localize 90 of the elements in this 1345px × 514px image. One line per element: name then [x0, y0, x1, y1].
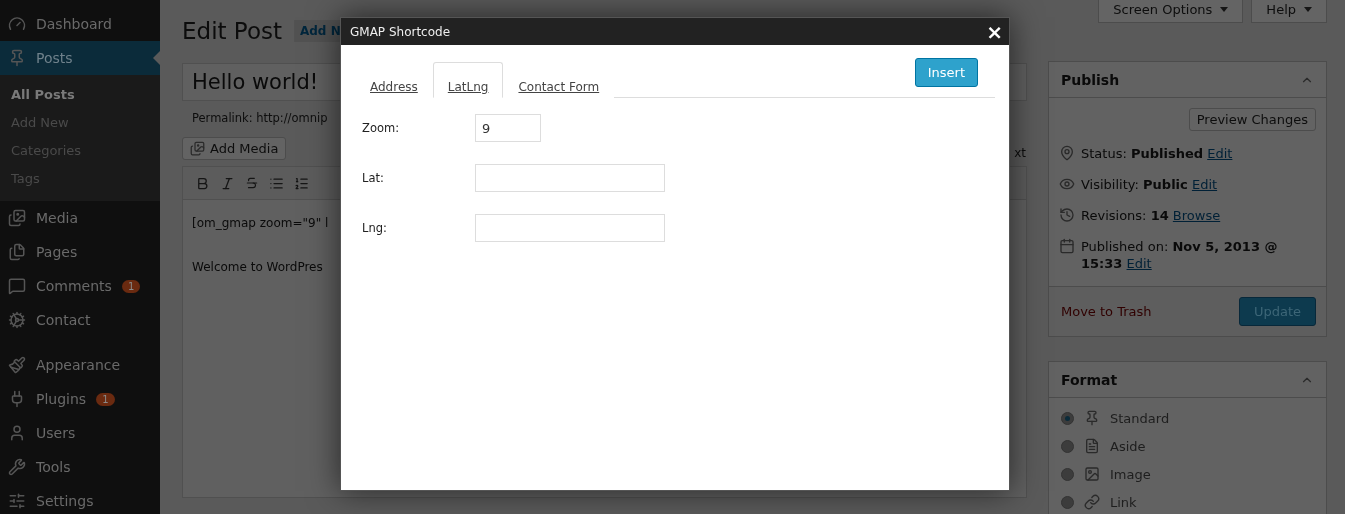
menu-label: Comments [36, 278, 112, 294]
menu-item[interactable]: Media [0, 201, 160, 235]
dialog-tab[interactable]: LatLng [432, 62, 504, 98]
format-label: Image [1110, 466, 1151, 482]
menu-item[interactable]: Pages [0, 235, 160, 269]
menu-item[interactable]: Tools [0, 450, 160, 484]
history-icon [1059, 207, 1075, 223]
menu-item[interactable]: Comments 1 [0, 269, 160, 303]
sliders-icon [8, 492, 26, 510]
insert-button[interactable]: Insert [914, 58, 978, 87]
input-field[interactable]: 9 [475, 114, 541, 142]
strikethrough-icon[interactable] [245, 176, 259, 190]
menu-label: Posts [36, 50, 73, 66]
images-icon [190, 141, 205, 156]
person-icon [8, 424, 26, 442]
publish-info: Published on: Nov 5, 2013 @ 15:33 Edit [1081, 238, 1279, 272]
edit-link[interactable]: Browse [1172, 208, 1221, 223]
panel-title: Format [1061, 371, 1118, 388]
radio-button[interactable] [1061, 411, 1074, 425]
dropdown-icon [1304, 7, 1312, 12]
format-label: Standard [1110, 410, 1170, 426]
dashboard-icon [8, 15, 26, 33]
dropdown-icon [1220, 7, 1229, 12]
preview-changes-button[interactable]: Preview Changes [1188, 108, 1316, 131]
count-badge: 1 [96, 392, 115, 406]
edit-link[interactable]: Edit [1191, 177, 1218, 192]
move-to-trash-link[interactable]: Move to Trash [1061, 304, 1152, 319]
field-label: Zoom: [362, 121, 401, 135]
input-field[interactable] [475, 164, 665, 192]
publish-info: Revisions: 14 Browse [1081, 207, 1221, 224]
menu-label: Dashboard [36, 16, 112, 32]
pages-icon [8, 243, 26, 261]
menu-item[interactable]: Users [0, 416, 160, 450]
menu-label: Contact [36, 312, 91, 328]
menu-label: Plugins [36, 391, 87, 407]
bold-icon[interactable] [195, 175, 210, 191]
format-label: Link [1110, 494, 1137, 510]
content-text: [om_gmap zoom="9" l [192, 216, 329, 230]
active-pointer [153, 51, 160, 65]
menu-item[interactable]: Dashboard [0, 7, 160, 41]
radio-button[interactable] [1061, 495, 1074, 509]
image-icon [1084, 466, 1100, 482]
menu-label: Media [36, 210, 79, 226]
bullet-list-icon[interactable] [269, 175, 284, 191]
field-label: Lng: [362, 221, 388, 235]
wrench-icon [8, 458, 26, 476]
link-icon [1084, 494, 1100, 510]
close-button[interactable]: × [986, 21, 1003, 42]
menu-item[interactable]: Contact [0, 303, 160, 337]
field-label: Lat: [362, 171, 385, 185]
menu-label: Pages [36, 244, 78, 260]
pin-icon [1059, 145, 1075, 161]
screen-options-tab[interactable]: Screen Options [1098, 0, 1244, 23]
count-badge: 1 [121, 279, 141, 293]
menu-item[interactable]: Settings [0, 484, 160, 514]
add-media-button[interactable]: Add Media [182, 137, 287, 160]
input-field[interactable] [475, 214, 665, 242]
images-icon [8, 209, 26, 227]
pushpin-icon [1084, 410, 1100, 426]
editor-tab[interactable]: xt [1014, 146, 1027, 160]
pushpin-icon [8, 49, 26, 67]
publish-info: Status: Published Edit [1081, 145, 1233, 162]
italic-icon[interactable] [220, 175, 235, 191]
menu-item[interactable]: Posts [0, 41, 160, 75]
submenu-item[interactable]: All Posts [0, 81, 160, 109]
menu-item[interactable]: Appearance [0, 348, 160, 382]
radio-button[interactable] [1061, 467, 1074, 481]
radio-button[interactable] [1061, 439, 1074, 453]
gear-icon [8, 311, 26, 329]
menu-label: Appearance [36, 357, 121, 373]
edit-link[interactable]: Edit [1126, 256, 1152, 271]
document-icon [1084, 438, 1100, 454]
menu-label: Tools [36, 459, 71, 475]
panel-title: Publish [1061, 71, 1120, 88]
help-tab[interactable]: Help [1251, 0, 1327, 23]
paintbrush-icon [8, 356, 26, 374]
menu-label: Settings [36, 493, 94, 509]
dialog-title: GMAP Shortcode [350, 24, 451, 39]
format-label: Aside [1110, 438, 1146, 454]
page-title: Edit Post [182, 18, 282, 44]
calendar-icon [1059, 238, 1075, 254]
permalink-text: Permalink: http://omnip [192, 111, 328, 125]
numbered-list-icon[interactable] [294, 175, 309, 191]
menu-label: Users [36, 425, 76, 441]
eye-icon [1059, 176, 1075, 192]
edit-link[interactable]: Edit [1207, 146, 1233, 161]
publish-info: Visibility: Public Edit [1081, 176, 1218, 193]
menu-item[interactable]: Plugins 1 [0, 382, 160, 416]
speech-bubble-icon [8, 277, 26, 295]
content-text: Welcome to WordPres [192, 260, 323, 274]
